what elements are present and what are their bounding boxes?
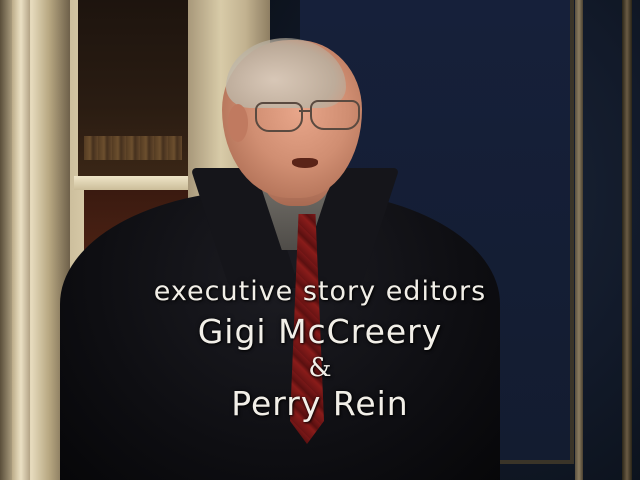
credit-ampersand: & xyxy=(308,353,332,383)
credit-role: executive story editors xyxy=(153,276,487,307)
credits-overlay: executive story editors Gigi McCreery & … xyxy=(0,272,640,424)
ear xyxy=(228,104,248,142)
credit-name-1: Gigi McCreery xyxy=(197,312,443,351)
glasses-lens-right xyxy=(310,100,360,130)
glasses-lens-left xyxy=(255,102,303,132)
mouth xyxy=(292,158,318,168)
video-frame: executive story editors Gigi McCreery & … xyxy=(0,0,640,480)
glasses-bridge xyxy=(299,110,311,112)
credit-name-2: Perry Rein xyxy=(231,384,409,423)
